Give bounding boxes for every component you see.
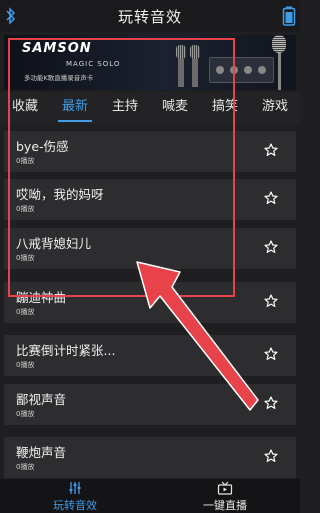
sound-name: 鞭炮声音 <box>16 445 67 460</box>
microphone-icon <box>190 45 200 87</box>
page-title: 玩转音效 <box>117 7 182 26</box>
list-item[interactable]: 八戒背媳妇儿 0播放 <box>4 228 296 269</box>
tab-latest[interactable]: 最新 <box>50 92 100 124</box>
tab-funny[interactable]: 搞笑 <box>200 92 250 124</box>
sound-name: 蹦迪神曲 <box>16 290 67 305</box>
list-item[interactable]: 比赛倒计时紧张... 0播放 <box>4 335 296 376</box>
stand-microphone-icon <box>272 35 286 90</box>
sound-name: bye-伤感 <box>16 139 69 154</box>
play-count: 0播放 <box>16 361 35 369</box>
app-screen: { "header": { "title": "玩转音效" }, "banner… <box>0 0 300 513</box>
banner-brand: SAMSON <box>22 41 92 56</box>
nav-label: 玩转音效 <box>53 499 97 512</box>
bottom-nav: 玩转音效 一键直播 <box>0 479 300 513</box>
star-icon[interactable] <box>264 240 278 254</box>
nav-live[interactable]: 一键直播 <box>150 479 300 513</box>
microphone-icon <box>176 45 186 87</box>
list-item[interactable]: 鞭炮声音 0播放 <box>4 437 296 478</box>
battery-icon <box>282 6 296 26</box>
sound-name: 哎呦，我的妈呀 <box>16 187 104 202</box>
play-count: 0播放 <box>16 463 35 471</box>
star-icon[interactable] <box>264 294 278 308</box>
tab-shout[interactable]: 喊麦 <box>150 92 200 124</box>
star-icon[interactable] <box>264 143 278 157</box>
banner-model: MAGIC SOLO <box>66 60 121 68</box>
list-item[interactable]: 鄙视声音 0播放 <box>4 384 296 425</box>
sound-name: 八戒背媳妇儿 <box>16 236 92 251</box>
play-count: 0播放 <box>16 308 35 316</box>
bluetooth-icon <box>6 7 16 25</box>
tab-favorites[interactable]: 收藏 <box>0 92 50 124</box>
list-item[interactable]: bye-伤感 0播放 <box>4 131 296 172</box>
nav-sound-effects[interactable]: 玩转音效 <box>0 479 150 513</box>
list-item[interactable]: 哎呦，我的妈呀 0播放 <box>4 179 296 220</box>
tab-game[interactable]: 游戏 <box>250 92 300 124</box>
sliders-icon <box>69 482 81 494</box>
star-icon[interactable] <box>264 449 278 463</box>
play-count: 0播放 <box>16 205 35 213</box>
title-bar: 玩转音效 <box>0 0 300 32</box>
sound-card-image <box>209 57 274 83</box>
list-item[interactable]: 蹦迪神曲 0播放 <box>4 282 296 323</box>
sound-name: 鄙视声音 <box>16 392 67 407</box>
nav-label: 一键直播 <box>203 499 247 512</box>
tab-host[interactable]: 主持 <box>100 92 150 124</box>
play-count: 0播放 <box>16 410 35 418</box>
star-icon[interactable] <box>264 347 278 361</box>
banner-ad[interactable]: SAMSON MAGIC SOLO 多功能K歌直播录音声卡 <box>4 35 296 90</box>
sound-name: 比赛倒计时紧张... <box>16 343 116 358</box>
play-count: 0播放 <box>16 157 35 165</box>
star-icon[interactable] <box>264 396 278 410</box>
tv-icon <box>217 481 233 495</box>
play-count: 0播放 <box>16 254 35 262</box>
banner-slogan: 多功能K歌直播录音声卡 <box>24 74 94 82</box>
star-icon[interactable] <box>264 191 278 205</box>
category-tabs: 收藏 最新 主持 喊麦 搞笑 游戏 <box>0 92 300 124</box>
